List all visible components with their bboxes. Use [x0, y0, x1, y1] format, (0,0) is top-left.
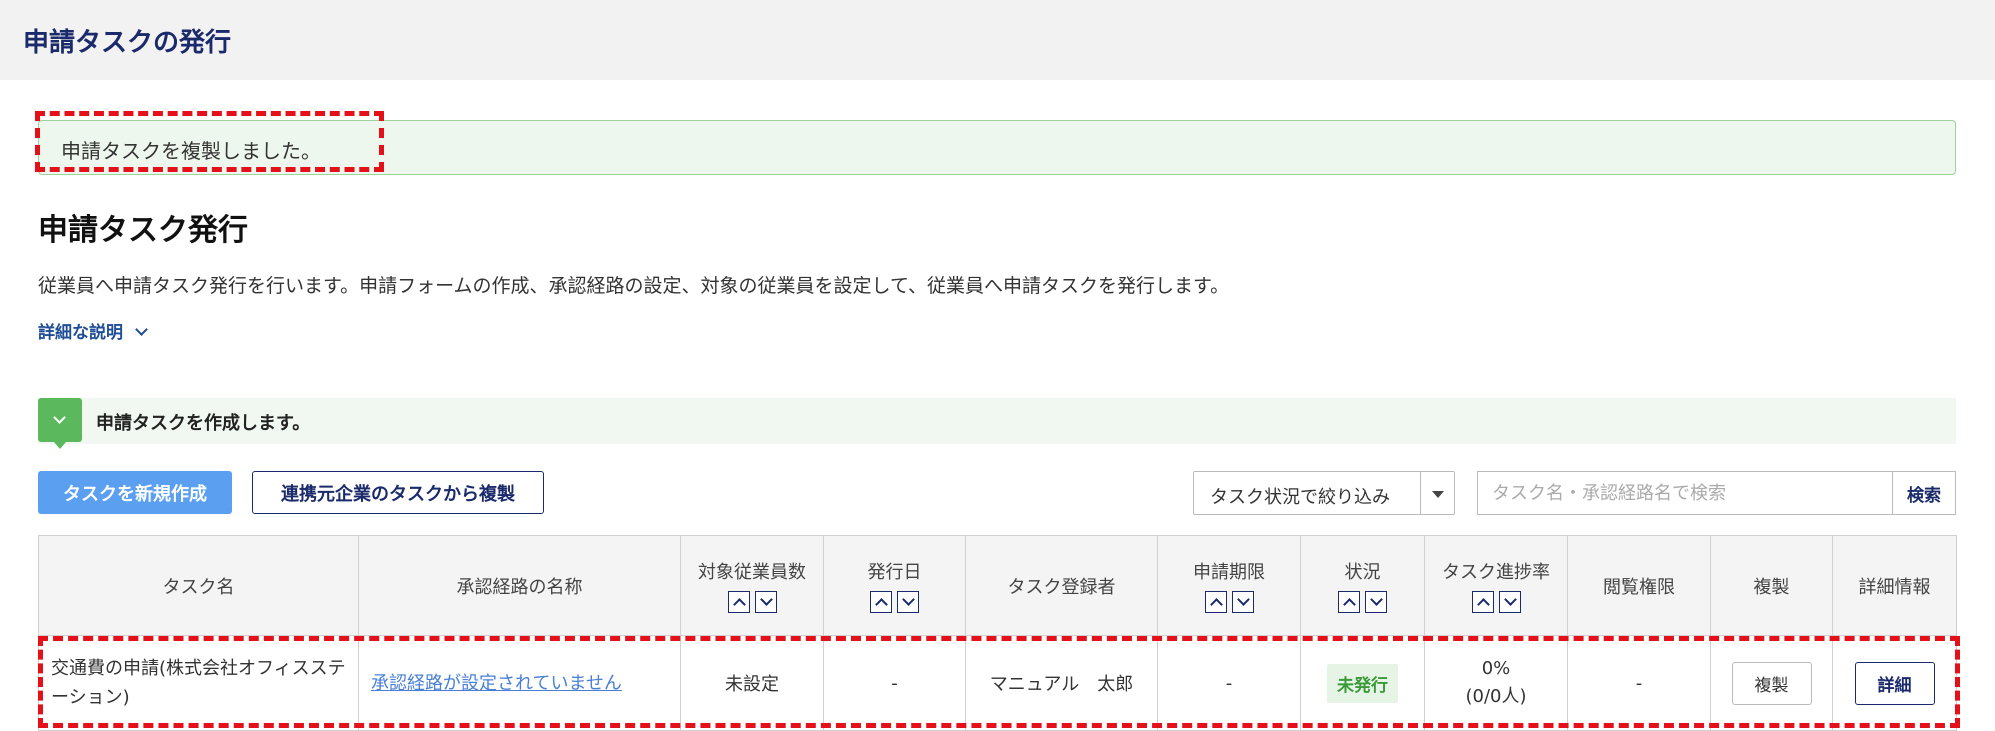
col-header-registrant: タスク登録者: [965, 535, 1158, 636]
select-divider: [1420, 472, 1421, 514]
sort-desc-icon[interactable]: [754, 591, 777, 613]
sort-asc-icon[interactable]: [727, 591, 750, 613]
sort-asc-icon[interactable]: [1338, 591, 1360, 613]
dropdown-arrow-icon: [1432, 491, 1444, 498]
chevron-down-icon: [135, 323, 148, 336]
search-button[interactable]: 検索: [1892, 471, 1956, 515]
sort-desc-icon[interactable]: [1498, 591, 1521, 613]
col-header-task-name: タスク名: [38, 535, 359, 636]
section-header: 申請タスクを作成します。: [38, 398, 1956, 449]
status-filter-value: タスク状況で絞り込み: [1210, 487, 1390, 508]
sort-asc-icon[interactable]: [1471, 591, 1494, 613]
highlight-row-box: [38, 636, 1960, 728]
chevron-down-icon: [53, 411, 66, 424]
sort-desc-icon[interactable]: [1365, 591, 1387, 613]
col-header-deadline: 申請期限: [1157, 535, 1301, 636]
section-label: 申請タスクを作成します。: [96, 413, 311, 434]
sort-asc-icon[interactable]: [1204, 591, 1227, 613]
copy-from-partner-button[interactable]: 連携元企業のタスクから複製: [252, 471, 544, 514]
detail-explanation-toggle[interactable]: 詳細な説明: [38, 318, 148, 343]
new-task-button[interactable]: タスクを新規作成: [38, 471, 232, 514]
page-title: 申請タスク発行: [38, 213, 248, 248]
header-bar: 申請タスクの発行: [0, 0, 1995, 80]
sort-desc-icon[interactable]: [1231, 591, 1254, 613]
col-header-status: 状況: [1300, 535, 1425, 636]
col-header-copy: 複製: [1710, 535, 1833, 636]
col-header-employee-count: 対象従業員数: [680, 535, 824, 636]
collapse-toggle[interactable]: [38, 398, 82, 449]
col-header-route-name: 承認経路の名称: [358, 535, 681, 636]
col-header-permission: 閲覧権限: [1567, 535, 1711, 636]
header-title: 申請タスクの発行: [23, 28, 232, 58]
col-header-issue-date: 発行日: [823, 535, 966, 636]
status-filter-select[interactable]: タスク状況で絞り込み: [1193, 471, 1455, 515]
sort-asc-icon[interactable]: [870, 591, 892, 613]
detail-explanation-label: 詳細な説明: [38, 323, 123, 343]
col-header-detail: 詳細情報: [1832, 535, 1957, 636]
sort-desc-icon[interactable]: [897, 591, 919, 613]
page-description: 従業員へ申請タスク発行を行います。申請フォームの作成、承認経路の設定、対象の従業…: [38, 275, 1230, 297]
col-header-progress: タスク進捗率: [1424, 535, 1568, 636]
highlight-alert-box: [35, 111, 384, 172]
table-header-row: タスク名 承認経路の名称 対象従業員数 発行日 タスク登録者 申請期限 状況 タ…: [38, 535, 1957, 636]
search-input[interactable]: [1477, 471, 1893, 515]
